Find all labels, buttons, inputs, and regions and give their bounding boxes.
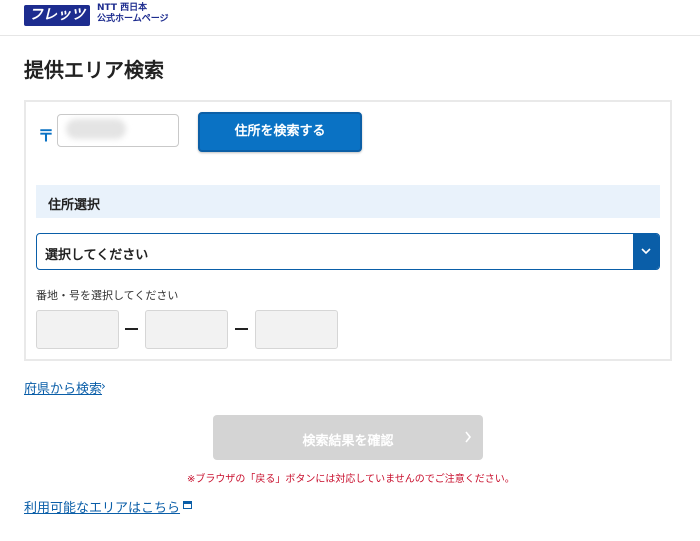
site-header: フレッツ NTT 西日本 公式ホームページ [0,0,700,36]
zip-code-redacted [66,119,126,139]
available-area-link[interactable]: 利用可能なエリアはこちら [24,497,180,516]
page-title: 提供エリア検索 [24,58,164,82]
dash-separator [235,328,248,330]
dash-separator [125,328,138,330]
search-panel: 〒 住所を検索する 住所選択 選択してください 番地・号を選択してください [24,100,672,361]
banchi-input-3[interactable] [255,310,338,349]
chevron-right-icon: › [101,379,106,393]
chevron-right-icon [465,431,472,443]
confirm-results-label: 検索結果を確認 [302,434,394,449]
banchi-input-2[interactable] [145,310,228,349]
back-button-notice: ※ブラウザの「戻る」ボタンには対応していませんのでご注意ください。 [187,474,515,485]
brand-line2: 公式ホームページ [97,14,169,24]
address-select[interactable]: 選択してください [36,233,660,270]
flets-logo[interactable]: フレッツ [24,5,90,26]
address-select-value: 選択してください [45,248,149,263]
brand-line1: NTT 西日本 [97,3,148,13]
external-window-icon [183,501,192,509]
address-section-label: 住所選択 [48,198,101,213]
address-section-header: 住所選択 [36,185,660,218]
banchi-input-1[interactable] [36,310,119,349]
postal-mark-icon: 〒 [38,126,55,145]
banchi-label: 番地・号を選択してください [36,289,179,302]
chevron-down-icon[interactable] [633,234,659,269]
prefecture-search-link[interactable]: 府県から検索 [24,378,102,397]
brand-text: NTT 西日本 公式ホームページ [97,3,169,25]
search-address-button[interactable]: 住所を検索する [198,112,362,152]
confirm-results-button[interactable]: 検索結果を確認 [213,415,483,460]
